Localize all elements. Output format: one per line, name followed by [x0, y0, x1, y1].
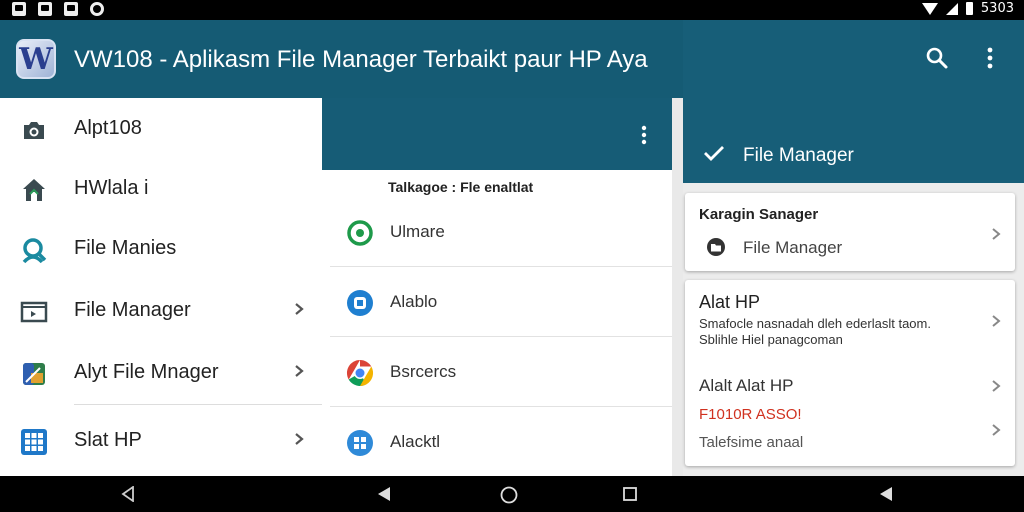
chrome-icon	[346, 359, 374, 387]
card-title: Alat HP	[699, 292, 761, 312]
middle-list: Talkagoe : Fle enaltlat Ulmare Alablo Bs…	[322, 170, 672, 476]
image-icon	[64, 2, 78, 16]
drawer-item-label: File Manager	[74, 299, 191, 321]
chevron-right-icon	[992, 424, 1001, 436]
list-item-ulmare[interactable]: Ulmare	[322, 197, 672, 267]
chevron-right-icon	[992, 380, 1001, 392]
photo-icon	[12, 2, 26, 16]
chevron-right-icon	[295, 365, 304, 377]
grid-icon	[21, 429, 47, 455]
drawer-divider	[74, 404, 322, 405]
blue-circle-icon	[347, 290, 373, 316]
blue-grid-icon	[347, 430, 373, 456]
list-item-label: Alacktl	[390, 432, 441, 451]
drawer-item-file-manager[interactable]: File Manager	[0, 280, 322, 340]
drawer-item-alyt-file-mnager[interactable]: Alyt File Mnager	[0, 342, 322, 402]
chevron-right-icon	[992, 315, 1001, 327]
drawer-item-label: Slat HP	[74, 429, 142, 451]
wifi-icon	[921, 2, 938, 15]
drawer-item-label: HWlala i	[74, 177, 149, 199]
list-item-alablo[interactable]: Alablo	[322, 267, 672, 337]
folder-round-icon	[707, 238, 725, 256]
app-title: VW108 - Aplikasm File Manager Terbaikt p…	[74, 46, 648, 73]
right-panel-body: Karagin Sanager File Manager Alat HP Sma…	[683, 183, 1024, 476]
folder-window-icon	[20, 301, 48, 323]
signal-icon	[945, 2, 958, 15]
back-icon[interactable]	[120, 486, 136, 502]
list-item-label: Bsrcercs	[390, 362, 457, 381]
list-item-bsrcercs[interactable]: Bsrcercs	[322, 337, 672, 407]
card-subtext: Talefsime anaal	[699, 434, 804, 451]
status-left-icons	[12, 2, 104, 16]
list-item-label: Alablo	[390, 292, 438, 311]
card-title-2[interactable]: Alalt Alat HP	[699, 376, 794, 396]
sync-icon	[90, 2, 104, 16]
file-manager-card[interactable]: Karagin Sanager File Manager	[685, 193, 1015, 271]
chevron-right-icon	[295, 303, 304, 315]
drawer-item-label: Alyt File Mnager	[74, 361, 219, 383]
camera-icon	[24, 122, 44, 139]
battery-icon	[965, 2, 973, 15]
green-ring-icon	[347, 220, 373, 246]
chevron-right-icon	[295, 433, 304, 445]
right-panel-title: File Manager	[743, 145, 854, 166]
middle-toolbar	[322, 98, 672, 170]
home-icon	[23, 179, 45, 201]
status-bar: 5303	[0, 0, 1024, 20]
chevron-right-icon	[992, 228, 1001, 240]
card-row-label: File Manager	[743, 238, 843, 257]
app-bar: W VW108 - Aplikasm File Manager Terbaikt…	[0, 20, 683, 98]
panel-gap	[672, 98, 683, 476]
drawer-item-file-manies[interactable]: File Manies	[0, 218, 322, 278]
status-time: 5303	[980, 1, 1014, 16]
recents-icon[interactable]	[622, 486, 638, 502]
list-item-label: Ulmare	[390, 222, 445, 241]
back-filled-icon[interactable]	[878, 486, 894, 502]
drawer-item-label: File Manies	[74, 237, 177, 259]
search-user-icon	[22, 238, 47, 264]
right-panel-header: File Manager	[683, 20, 1024, 183]
middle-subtitle: Talkagoe : Fle enaltlat	[388, 179, 534, 195]
card-description: Smafocle nasnadah dleh ederlaslt taom. S…	[699, 316, 931, 347]
notification-icon	[38, 2, 52, 16]
search-icon[interactable]	[925, 46, 949, 70]
navigation-bar	[0, 476, 1024, 512]
status-right: 5303	[921, 1, 1014, 16]
more-vert-icon[interactable]	[984, 46, 996, 70]
more-vert-icon[interactable]	[639, 124, 649, 146]
navigation-drawer: Alpt108 HWlala i File Manies File Manage…	[0, 98, 322, 476]
logo-letter: W	[19, 41, 53, 77]
drawer-item-alpt108[interactable]: Alpt108	[0, 98, 322, 158]
drawer-item-hwlala[interactable]: HWlala i	[0, 158, 322, 218]
warning-label: F1010R ASSO!	[699, 406, 802, 423]
app-logo[interactable]: W	[16, 39, 56, 79]
alat-hp-card[interactable]: Alat HP Smafocle nasnadah dleh ederlaslt…	[685, 280, 1015, 466]
check-icon[interactable]	[703, 144, 725, 162]
drawer-item-slat-hp[interactable]: Slat HP	[0, 410, 322, 470]
card-heading: Karagin Sanager	[699, 206, 819, 223]
drawer-item-label: Alpt108	[74, 117, 142, 139]
list-item-alacktl[interactable]: Alacktl	[322, 407, 672, 477]
app-tool-icon	[23, 363, 45, 385]
back-filled-icon[interactable]	[376, 486, 392, 502]
home-button-icon[interactable]	[500, 486, 518, 504]
